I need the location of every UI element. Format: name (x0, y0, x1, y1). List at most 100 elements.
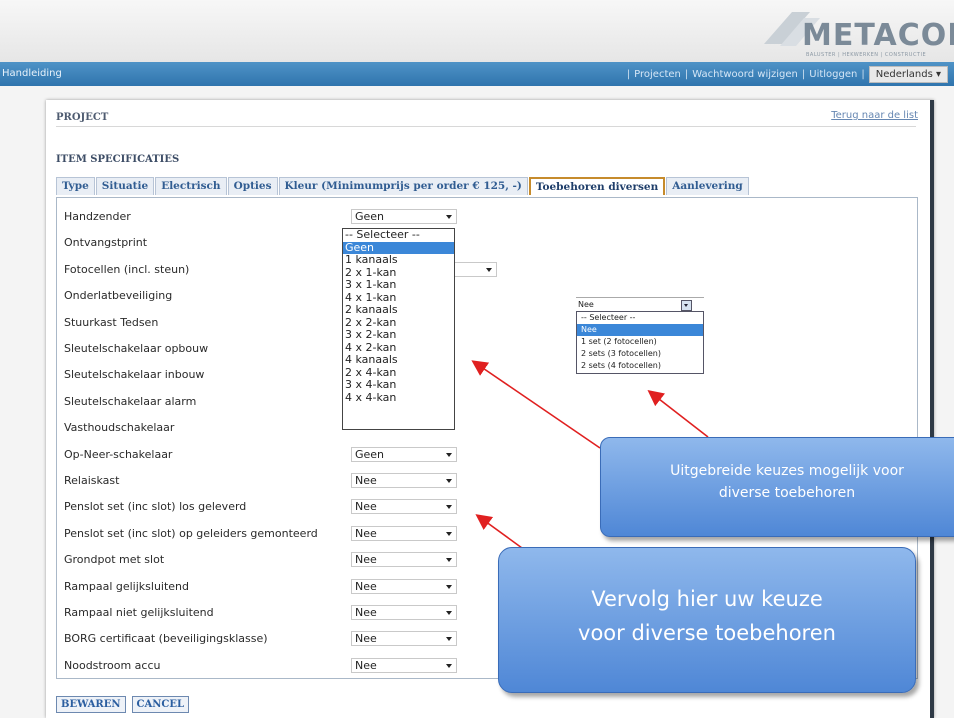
form-row-select[interactable]: Nee (351, 631, 457, 647)
dropdown-option[interactable]: -- Selecteer -- (343, 228, 454, 242)
form-row-label: Op-Neer-schakelaar (64, 447, 173, 461)
section-label: PROJECT (56, 112, 109, 123)
form-row-label: BORG certificaat (beveiligingsklasse) (64, 632, 268, 646)
nav-separator: | (861, 69, 865, 80)
form-row-label: Sleutelschakelaar alarm (64, 394, 197, 408)
chevron-down-icon[interactable] (681, 300, 692, 311)
dropdown-option[interactable]: 1 kanaals (343, 253, 454, 267)
form-row-label: Sleutelschakelaar inbouw (64, 368, 205, 382)
nav-projecten[interactable]: Projecten (634, 69, 681, 80)
handzender-dropdown-list[interactable]: -- Selecteer -- Geen 1 kanaals 2 x 1-kan 3 x… (342, 228, 455, 430)
form-row-label: Onderlatbeveiliging (64, 289, 173, 303)
form-row-select[interactable]: Nee (351, 605, 457, 620)
tab-type[interactable]: Type (56, 177, 95, 195)
callout-large: Vervolg hier uw keuze voor diverse toebe… (498, 547, 916, 693)
metacon-logo[interactable]: METACON BALUSTER | HEKWERKEN | CONSTRUCT… (754, 4, 954, 62)
nav-separator: | (626, 69, 631, 80)
tab-aanlevering[interactable]: Aanlevering (666, 177, 749, 195)
logo-subtitle: BALUSTER | HEKWERKEN | CONSTRUCTIE (806, 52, 927, 58)
form-row-label: Grondpot met slot (64, 553, 165, 567)
nav-separator: | (684, 69, 689, 80)
top-nav: Handleiding | Projecten | Wachtwoord wij… (0, 62, 954, 86)
spec-title: ITEM SPECIFICATIES (56, 154, 180, 165)
dropdown-option[interactable]: 3 x 2-kan (343, 328, 454, 342)
dropdown-option[interactable]: 2 kanaals (343, 303, 454, 317)
tab-electrisch[interactable]: Electrisch (155, 177, 227, 195)
tab-opties[interactable]: Opties (227, 177, 278, 195)
chevron-down-icon (446, 215, 452, 219)
dropdown-option[interactable]: 3 x 4-kan (343, 378, 454, 392)
select-value: Nee (355, 526, 377, 540)
select-value: Geen (355, 210, 385, 223)
mini-dropdown-option[interactable]: 2 sets (4 fotocellen) (577, 360, 703, 372)
chevron-down-icon (446, 637, 452, 642)
mini-dropdown-value[interactable]: Nee (576, 297, 704, 311)
mini-dropdown-list[interactable]: -- Selecteer -- Nee 1 set (2 fotocellen) 2 … (576, 311, 704, 374)
nav-links: | Projecten | Wachtwoord wijzigen | Uitl… (627, 66, 948, 83)
form-row-label: Rampaal gelijksluitend (64, 579, 190, 593)
form-row-label: Penslot set (inc slot) los geleverd (64, 500, 247, 514)
form-row-select[interactable]: Nee (351, 552, 457, 568)
back-to-list-link[interactable]: Terug naar de list (831, 110, 918, 121)
callout-large-line1: Vervolg hier uw keuze (591, 587, 823, 611)
mini-dropdown-label: Nee (578, 300, 594, 309)
dropdown-option[interactable]: 4 kanaals (343, 353, 454, 367)
header-band: METACON BALUSTER | HEKWERKEN | CONSTRUCT… (0, 0, 954, 62)
chevron-down-icon (486, 268, 492, 272)
chevron-down-icon (446, 558, 452, 563)
select-value: Nee (355, 606, 377, 619)
form-row-select[interactable]: Nee (351, 657, 457, 673)
nav-wachtwoord[interactable]: Wachtwoord wijzigen (692, 69, 798, 80)
select-value: Nee (355, 632, 377, 646)
mini-dropdown-option[interactable]: Nee (577, 324, 703, 336)
mini-dropdown[interactable]: Nee -- Selecteer -- Nee 1 set (2 fotocelle… (576, 297, 704, 376)
select-value: Nee (355, 500, 377, 514)
form-row-select[interactable]: Geen (351, 446, 457, 462)
form-row-label: Handzender (64, 210, 131, 223)
logo-text: METACON (802, 18, 954, 53)
dropdown-option[interactable]: 3 x 1-kan (343, 278, 454, 292)
mini-dropdown-option[interactable]: -- Selecteer -- (577, 312, 703, 324)
form-row-label: Relaiskast (64, 474, 120, 487)
form-row-select[interactable]: Nee (351, 578, 457, 594)
cancel-button[interactable]: CANCEL (131, 696, 189, 713)
chevron-down-icon (446, 611, 452, 615)
callout-small-line2: diverse toebehoren (718, 485, 856, 501)
form-row-label: Sleutelschakelaar opbouw (64, 342, 209, 355)
form-row-label: Vasthoudschakelaar (64, 421, 175, 435)
chevron-down-icon (446, 531, 452, 536)
save-button[interactable]: BEWAREN (56, 696, 126, 713)
form-row-label: Stuurkast Tedsen (64, 315, 159, 329)
form-row-select[interactable]: Nee (351, 473, 457, 488)
callout-small: Uitgebreide keuzes mogelijk voor diverse… (600, 437, 954, 537)
chevron-down-icon (446, 452, 452, 457)
nav-uitloggen[interactable]: Uitloggen (809, 69, 857, 80)
mini-dropdown-option[interactable]: 2 sets (3 fotocellen) (577, 348, 703, 360)
callout-large-line2: voor diverse toebehoren (578, 621, 836, 645)
dropdown-option[interactable]: 4 x 4-kan (343, 391, 454, 405)
tab-toebehoren-diversen[interactable]: Toebehoren diversen (528, 177, 666, 195)
form-row-label: Penslot set (inc slot) op geleiders gemo… (64, 526, 318, 540)
chevron-down-icon (446, 479, 452, 483)
nav-separator: | (801, 69, 806, 80)
select-value: Nee (355, 474, 377, 487)
tab-kleur[interactable]: Kleur (Minimumprijs per order € 125, -) (278, 177, 528, 195)
form-row-select[interactable]: Geen (351, 209, 457, 224)
chevron-down-icon (446, 584, 452, 589)
select-value: Geen (355, 447, 385, 461)
mini-dropdown-option[interactable]: 1 set (2 fotocellen) (577, 336, 703, 348)
form-row-label: Noodstroom accu (64, 658, 161, 672)
select-value: Nee (355, 579, 377, 593)
divider (56, 126, 916, 127)
form-buttons: BEWAREN CANCEL (56, 696, 195, 713)
callout-small-line1: Uitgebreide keuzes mogelijk voor (670, 463, 904, 479)
tab-bar: Type Situatie Electrisch Opties Kleur (M… (56, 177, 750, 195)
chevron-down-icon: ▾ (935, 69, 941, 80)
form-row-label: Fotocellen (incl. steun) (64, 262, 190, 276)
tab-situatie[interactable]: Situatie (95, 177, 155, 195)
chevron-down-icon (446, 663, 452, 668)
language-select[interactable]: Nederlands ▾ (868, 66, 948, 83)
form-row-select[interactable]: Nee (351, 525, 457, 541)
form-row-select[interactable]: Nee (351, 499, 457, 515)
nav-handleiding[interactable]: Handleiding (2, 68, 62, 79)
